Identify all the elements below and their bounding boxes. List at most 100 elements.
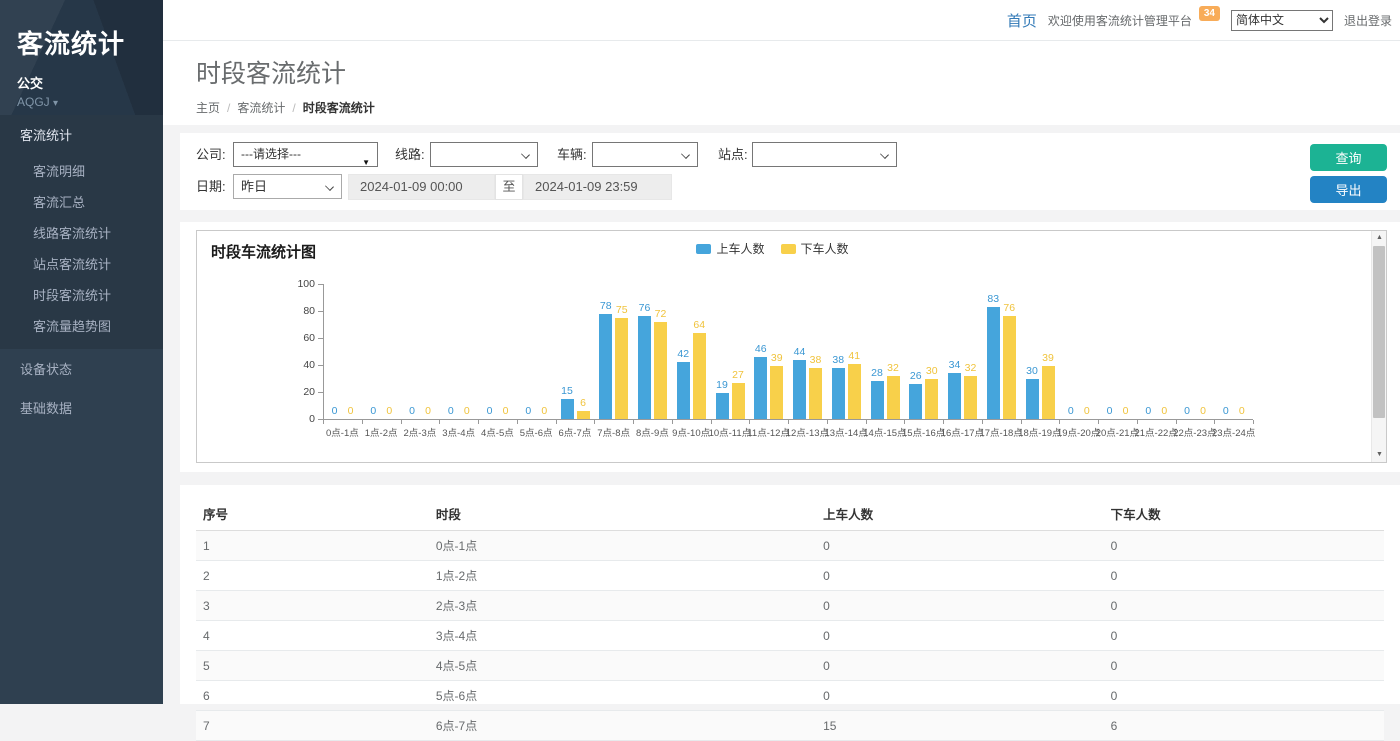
org-code-dropdown[interactable]: AQGJ ▾ <box>17 95 163 109</box>
sidebar-item-时段客流统计[interactable]: 时段客流统计 <box>0 279 163 310</box>
x-tick <box>1176 420 1177 424</box>
bar-上车人数[interactable] <box>1026 379 1039 420</box>
line-label: 线路: <box>395 142 425 168</box>
x-tick <box>633 420 634 424</box>
sidebar-item-线路客流统计[interactable]: 线路客流统计 <box>0 217 163 248</box>
table-cell: 0点-1点 <box>429 531 816 561</box>
table-cell: 0 <box>816 621 1103 651</box>
date-preset-select[interactable]: 昨日 <box>233 174 342 199</box>
legend-item-上车人数[interactable]: 上车人数 <box>696 240 764 257</box>
table-row[interactable]: 65点-6点00 <box>196 681 1384 711</box>
x-axis-label: 23点-24点 <box>1211 425 1257 439</box>
bar-上车人数[interactable] <box>832 368 845 419</box>
y-tick <box>318 284 323 285</box>
table-cell: 5点-6点 <box>429 681 816 711</box>
sidebar-item-passenger-stats[interactable]: 客流统计 <box>0 115 163 153</box>
breadcrumb-item[interactable]: 时段客流统计 <box>303 101 375 115</box>
bar-下车人数[interactable] <box>887 376 900 419</box>
bar-value-label: 27 <box>725 369 751 381</box>
bar-下车人数[interactable] <box>770 366 783 419</box>
bar-下车人数[interactable] <box>964 376 977 419</box>
y-tick-label: 80 <box>285 305 315 317</box>
vehicle-label: 车辆: <box>557 142 587 168</box>
legend-item-下车人数[interactable]: 下车人数 <box>781 240 849 257</box>
table-panel: 序号时段上车人数下车人数 10点-1点0021点-2点0032点-3点0043点… <box>180 485 1400 704</box>
chart-scrollbar[interactable]: ▲ ▼ <box>1371 231 1386 462</box>
sidebar-item-客流量趋势图[interactable]: 客流量趋势图 <box>0 310 163 341</box>
main-content: 公司: ---请选择--- ▼ 线路: 车辆: 站点: 日期: 昨日 2024-… <box>163 125 1400 704</box>
vehicle-select[interactable] <box>592 142 698 167</box>
sidebar-item-客流明细[interactable]: 客流明细 <box>0 155 163 186</box>
x-tick <box>1059 420 1060 424</box>
bar-下车人数[interactable] <box>693 333 706 419</box>
dropdown-arrow-icon: ▼ <box>362 151 370 174</box>
logout-link[interactable]: 退出登录 <box>1344 12 1392 29</box>
period-stats-table: 序号时段上车人数下车人数 10点-1点0021点-2点0032点-3点0043点… <box>196 497 1384 741</box>
query-button[interactable]: 查询 <box>1310 144 1387 171</box>
table-cell: 3 <box>196 591 429 621</box>
home-link[interactable]: 首页 <box>1007 10 1037 31</box>
bar-下车人数[interactable] <box>1042 366 1055 419</box>
table-row[interactable]: 21点-2点00 <box>196 561 1384 591</box>
bar-上车人数[interactable] <box>754 357 767 419</box>
x-tick <box>1137 420 1138 424</box>
breadcrumb-item[interactable]: 主页 <box>196 101 220 115</box>
sidebar: 客流统计 公交 AQGJ ▾ 客流统计 客流明细客流汇总线路客流统计站点客流统计… <box>0 0 163 704</box>
chevron-down-icon <box>880 150 889 159</box>
table-row[interactable]: 76点-7点156 <box>196 711 1384 741</box>
bar-下车人数[interactable] <box>615 318 628 419</box>
brand-area: 客流统计 公交 AQGJ ▾ <box>0 0 163 115</box>
bar-上车人数[interactable] <box>948 373 961 419</box>
x-tick <box>1253 420 1254 424</box>
bar-下车人数[interactable] <box>1003 316 1016 419</box>
bar-上车人数[interactable] <box>909 384 922 419</box>
bar-下车人数[interactable] <box>577 411 590 419</box>
table-row[interactable]: 32点-3点00 <box>196 591 1384 621</box>
sidebar-item-客流汇总[interactable]: 客流汇总 <box>0 186 163 217</box>
table-cell: 0 <box>816 681 1103 711</box>
table-cell: 1 <box>196 531 429 561</box>
language-select[interactable]: 简体中文 <box>1231 10 1333 31</box>
table-cell: 0 <box>816 591 1103 621</box>
sidebar-item-设备状态[interactable]: 设备状态 <box>0 349 163 388</box>
bar-上车人数[interactable] <box>638 316 651 419</box>
bar-下车人数[interactable] <box>654 322 667 419</box>
table-cell: 0 <box>816 531 1103 561</box>
bar-上车人数[interactable] <box>677 362 690 419</box>
bar-上车人数[interactable] <box>716 393 729 419</box>
breadcrumb-item[interactable]: 客流统计 <box>237 101 285 115</box>
table-cell: 7 <box>196 711 429 741</box>
scroll-down-icon[interactable]: ▼ <box>1372 448 1387 462</box>
date-to-input[interactable]: 2024-01-09 23:59 <box>523 174 672 200</box>
line-select[interactable] <box>430 142 538 167</box>
table-row[interactable]: 43点-4点00 <box>196 621 1384 651</box>
table-cell: 2点-3点 <box>429 591 816 621</box>
table-cell: 0 <box>1104 621 1384 651</box>
date-from-input[interactable]: 2024-01-09 00:00 <box>348 174 495 200</box>
x-tick <box>323 420 324 424</box>
scroll-up-icon[interactable]: ▲ <box>1372 231 1387 245</box>
sidebar-item-站点客流统计[interactable]: 站点客流统计 <box>0 248 163 279</box>
bar-上车人数[interactable] <box>793 360 806 419</box>
station-select[interactable] <box>752 142 897 167</box>
table-row[interactable]: 54点-5点00 <box>196 651 1384 681</box>
x-tick <box>749 420 750 424</box>
chevron-down-icon <box>521 150 530 159</box>
scrollbar-thumb[interactable] <box>1373 246 1385 418</box>
bar-上车人数[interactable] <box>599 314 612 419</box>
bar-上车人数[interactable] <box>987 307 1000 419</box>
company-label: 公司: <box>196 142 226 168</box>
company-select[interactable]: ---请选择--- ▼ <box>233 142 378 167</box>
bar-下车人数[interactable] <box>732 383 745 419</box>
bar-下车人数[interactable] <box>848 364 861 419</box>
bar-下车人数[interactable] <box>925 379 938 420</box>
sidebar-item-基础数据[interactable]: 基础数据 <box>0 388 163 427</box>
bar-上车人数[interactable] <box>871 381 884 419</box>
table-cell: 3点-4点 <box>429 621 816 651</box>
export-button[interactable]: 导出 <box>1310 176 1387 203</box>
bar-value-label: 41 <box>841 350 867 362</box>
bar-下车人数[interactable] <box>809 368 822 419</box>
date-preset-value: 昨日 <box>241 179 267 194</box>
table-row[interactable]: 10点-1点00 <box>196 531 1384 561</box>
notification-badge[interactable]: 34 <box>1199 6 1220 21</box>
